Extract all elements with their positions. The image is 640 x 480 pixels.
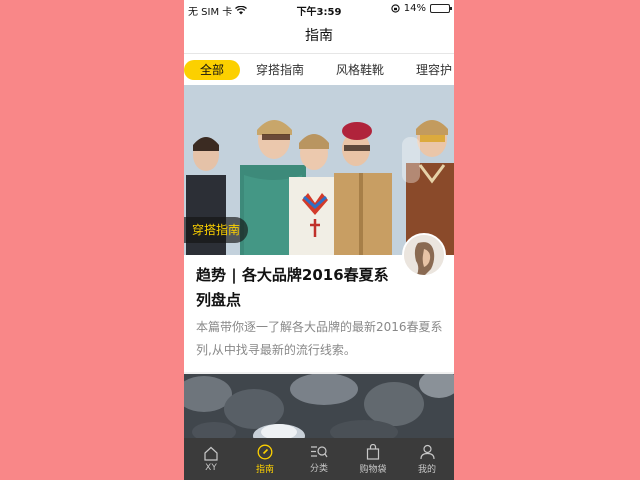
article-title[interactable]: 趋势 | 各大品牌2016春夏系列盘点 <box>196 263 396 313</box>
tabbar-guide-label: 指南 <box>255 464 274 475</box>
phone-screen: 无 SIM 卡 下午3:59 14% 指南 全部 穿搭指南 风格鞋靴 理容护 穿… <box>184 0 454 480</box>
page-title: 指南 <box>184 18 454 54</box>
next-article-image[interactable] <box>184 374 454 438</box>
tabbar-home-label: XY <box>205 462 217 473</box>
category-tabs: 全部 穿搭指南 风格鞋靴 理容护 <box>184 55 454 85</box>
status-bar: 无 SIM 卡 下午3:59 14% <box>184 0 454 18</box>
tabbar-profile[interactable]: 我的 <box>400 438 454 480</box>
article-card[interactable]: 穿搭指南 趋势 | 各大品牌2016春夏系列盘点 本篇带你逐一了解各大品牌的最新… <box>184 85 454 372</box>
list-search-icon <box>311 446 328 458</box>
tabbar-shopping-bag-label: 购物袋 <box>359 464 387 475</box>
author-avatar[interactable] <box>402 233 446 277</box>
tabbar-guide[interactable]: 指南 <box>238 438 292 480</box>
article-hero-image[interactable]: 穿搭指南 <box>184 85 454 255</box>
tabbar-category-label: 分类 <box>309 464 328 474</box>
bottom-tab-bar: XY 指南 分类 购物袋 我的 <box>184 438 454 480</box>
tab-outfit-guide[interactable]: 穿搭指南 <box>240 60 320 80</box>
article-description: 本篇带你逐一了解各大品牌的最新2016春夏系列,从中找寻最新的流行线索。 <box>196 320 443 357</box>
user-icon <box>419 444 435 459</box>
tabbar-profile-label: 我的 <box>417 464 436 475</box>
tabbar-shopping-bag[interactable]: 购物袋 <box>346 438 400 480</box>
rotation-lock-icon <box>391 4 400 13</box>
home-icon <box>204 446 218 461</box>
tabbar-category[interactable]: 分类 <box>292 438 346 480</box>
battery-percent: 14% <box>403 3 426 14</box>
shopping-bag-icon <box>366 443 380 460</box>
status-right: 14% <box>391 3 452 14</box>
tab-all[interactable]: 全部 <box>184 60 241 80</box>
compass-icon <box>257 444 273 459</box>
battery-icon <box>430 4 452 13</box>
tab-grooming[interactable]: 理容护 <box>400 60 454 80</box>
tab-style-shoes[interactable]: 风格鞋靴 <box>320 60 400 80</box>
category-badge: 穿搭指南 <box>184 217 249 243</box>
tabbar-home[interactable]: XY <box>184 438 238 480</box>
